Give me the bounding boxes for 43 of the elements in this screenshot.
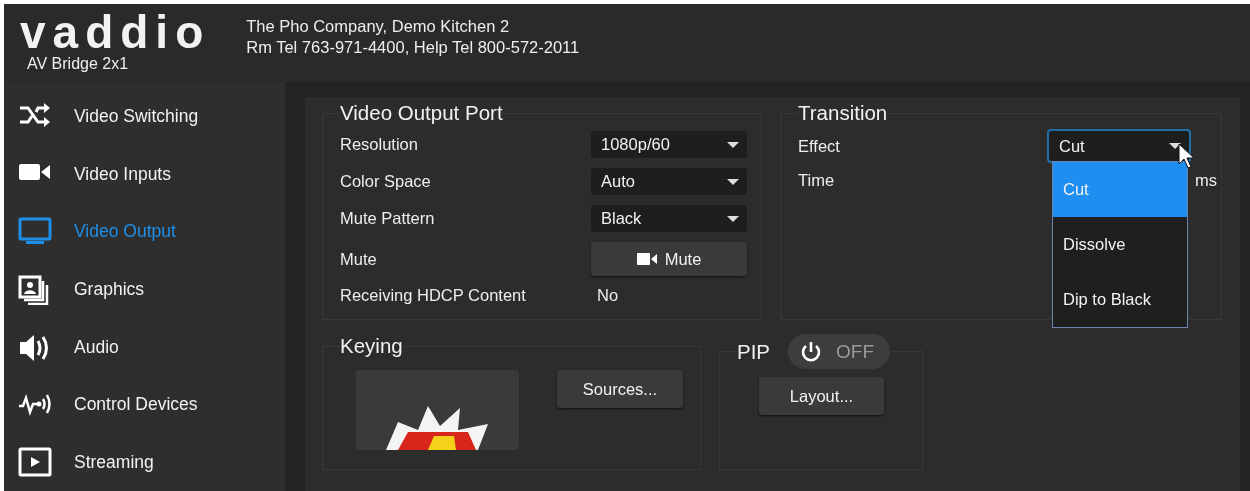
- product-name: AV Bridge 2x1: [27, 55, 130, 73]
- brand-logo: vaddio: [20, 9, 211, 55]
- monitor-icon: [18, 216, 52, 247]
- field-label: Color Space: [340, 172, 432, 191]
- dropdown[interactable]: 1080p/60: [591, 131, 747, 158]
- sidebar-item[interactable]: Streaming: [4, 433, 285, 491]
- phone-numbers: Rm Tel 763-971-4400, Help Tel 800-572-2011: [246, 37, 580, 58]
- dropdown[interactable]: Auto: [591, 168, 747, 195]
- sources-button[interactable]: Sources...: [557, 370, 683, 408]
- sidebar-item[interactable]: Video Output: [4, 203, 285, 261]
- field-label: Resolution: [340, 135, 419, 154]
- sidebar-item[interactable]: Video Switching: [4, 88, 285, 146]
- dropdown-option[interactable]: Dissolve: [1053, 217, 1187, 272]
- field-label: Effect: [798, 136, 841, 156]
- dropdown-option[interactable]: Dip to Black: [1053, 272, 1187, 327]
- field-label: Mute Pattern: [340, 209, 436, 228]
- caret-icon: [727, 215, 739, 222]
- sidebar-item[interactable]: Graphics: [4, 260, 285, 319]
- layout-button[interactable]: Layout...: [759, 377, 884, 415]
- sidebar-item[interactable]: Audio: [4, 318, 285, 376]
- pip-toggle[interactable]: OFF: [788, 334, 891, 369]
- section-title: Transition: [798, 101, 888, 125]
- sidebar-item[interactable]: Control Devices: [4, 375, 285, 434]
- section-title: PIP: [737, 339, 771, 364]
- keying-thumbnail[interactable]: [356, 370, 519, 450]
- sidebar-item[interactable]: Video Inputs: [4, 145, 285, 204]
- caret-icon: [727, 178, 739, 185]
- unit-label: ms: [1195, 171, 1218, 190]
- section-title: Video Output Port: [340, 101, 503, 125]
- location-text: The Pho Company, Demo Kitchen 2: [246, 16, 511, 37]
- dropdown[interactable]: Cut: [1049, 131, 1189, 161]
- play-screen-icon: [18, 447, 52, 478]
- field-label: Time: [798, 171, 836, 190]
- mute-button[interactable]: Mute: [591, 242, 747, 276]
- section-title: Keying: [340, 334, 403, 358]
- field-label: Mute: [340, 249, 378, 269]
- caret-icon: [727, 141, 739, 148]
- dropdown[interactable]: Black: [591, 205, 747, 232]
- video-camera-icon: [636, 252, 657, 266]
- power-icon: [800, 340, 823, 363]
- cursor-icon: [1178, 143, 1196, 169]
- field-label: Receiving HDCP Content: [340, 286, 527, 305]
- field-value: No: [596, 286, 620, 305]
